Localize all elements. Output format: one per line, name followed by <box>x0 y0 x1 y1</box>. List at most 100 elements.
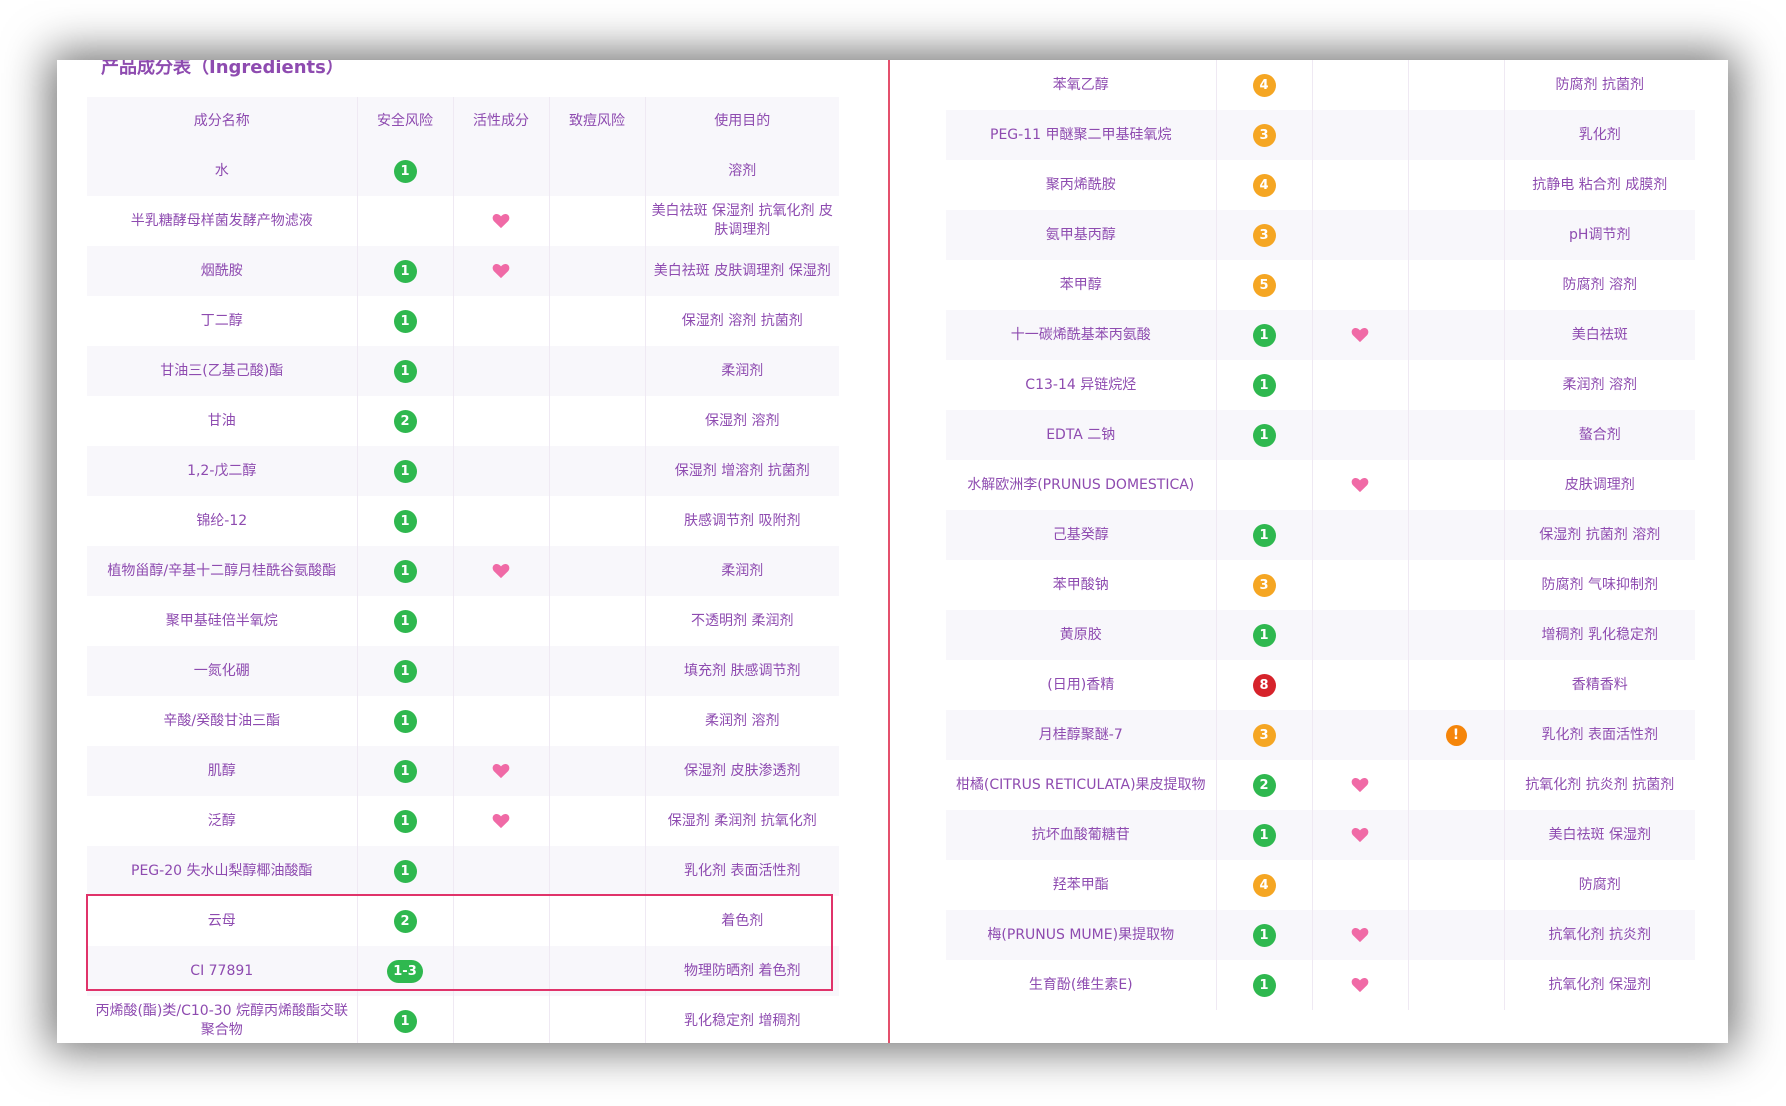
purpose-cell: 美白祛斑 皮肤调理剂 保湿剂 <box>645 246 839 296</box>
safety-risk-cell: 1 <box>1216 610 1313 660</box>
risk-badge: 1 <box>1252 623 1276 647</box>
table-row: 云母 2 着色剂 <box>87 896 839 946</box>
safety-risk-cell: 1 <box>357 346 454 396</box>
table-row: 柑橘(CITRUS RETICULATA)果皮提取物 2 抗氧化剂 抗炎剂 抗菌剂 <box>946 760 1695 810</box>
safety-risk-cell: 4 <box>1216 60 1313 110</box>
ingredient-name: 黄原胶 <box>946 610 1217 660</box>
acne-risk-cell <box>549 346 646 396</box>
ingredient-name: 柑橘(CITRUS RETICULATA)果皮提取物 <box>946 760 1217 810</box>
acne-risk-cell <box>549 996 646 1043</box>
risk-badge: 1 <box>1252 923 1276 947</box>
heart-icon <box>1351 327 1369 342</box>
risk-badge: 1 <box>1252 973 1276 997</box>
safety-risk-cell: 1 <box>357 296 454 346</box>
purpose-cell: 抗氧化剂 抗炎剂 抗菌剂 <box>1504 760 1695 810</box>
acne-risk-cell <box>1408 210 1505 260</box>
purpose-cell: 保湿剂 溶剂 <box>645 396 839 446</box>
active-ingredient-cell <box>1312 410 1409 460</box>
safety-risk-cell: 1 <box>357 496 454 546</box>
purpose-cell: 柔润剂 溶剂 <box>645 696 839 746</box>
table-row: 肌醇 1 保湿剂 皮肤渗透剂 <box>87 746 839 796</box>
purpose-cell: 保湿剂 抗菌剂 溶剂 <box>1504 510 1695 560</box>
active-ingredient-cell <box>453 796 550 846</box>
table-row: 十一碳烯酰基苯丙氨酸 1 美白祛斑 <box>946 310 1695 360</box>
heart-icon <box>1351 927 1369 942</box>
safety-risk-cell <box>1216 460 1313 510</box>
purpose-cell: 防腐剂 溶剂 <box>1504 260 1695 310</box>
active-ingredient-cell <box>453 996 550 1043</box>
acne-risk-cell <box>549 446 646 496</box>
active-ingredient-cell <box>453 846 550 896</box>
purpose-cell: pH调节剂 <box>1504 210 1695 260</box>
ingredient-name: 生育酚(维生素E) <box>946 960 1217 1010</box>
safety-risk-cell: 8 <box>1216 660 1313 710</box>
safety-risk-cell: 1 <box>357 646 454 696</box>
ingredients-table-left: 成分名称 安全风险 活性成分 致痘风险 使用目的 水 1 溶剂 半乳糖酵母样菌发酵产物… <box>87 97 839 1043</box>
heart-icon <box>492 263 510 278</box>
acne-risk-cell <box>549 196 646 246</box>
risk-badge: 1 <box>393 509 417 533</box>
active-ingredient-cell <box>1312 910 1409 960</box>
purpose-cell: 抗静电 粘合剂 成膜剂 <box>1504 160 1695 210</box>
purpose-cell: 美白祛斑 <box>1504 310 1695 360</box>
acne-risk-cell <box>1408 510 1505 560</box>
purpose-cell: 保湿剂 柔润剂 抗氧化剂 <box>645 796 839 846</box>
risk-badge: 1 <box>1252 823 1276 847</box>
ingredient-name: 羟苯甲酯 <box>946 860 1217 910</box>
acne-risk-cell <box>1408 260 1505 310</box>
right-ingredients-panel: 苯氧乙醇 4 防腐剂 抗菌剂 PEG-11 甲醚聚二甲基硅氧烷 3 乳化剂 聚丙烯酰胺 4 抗静… <box>946 60 1695 1043</box>
risk-badge: 1 <box>393 459 417 483</box>
table-row: 氨甲基丙醇 3 pH调节剂 <box>946 210 1695 260</box>
safety-risk-cell: 1 <box>1216 410 1313 460</box>
acne-risk-cell <box>1408 60 1505 110</box>
active-ingredient-cell <box>1312 310 1409 360</box>
purpose-cell: 物理防晒剂 着色剂 <box>645 946 839 996</box>
purpose-cell: 抗氧化剂 保湿剂 <box>1504 960 1695 1010</box>
active-ingredient-cell <box>1312 160 1409 210</box>
risk-badge: 1 <box>393 759 417 783</box>
risk-badge: 1 <box>1252 323 1276 347</box>
ingredient-name: (日用)香精 <box>946 660 1217 710</box>
safety-risk-cell: 2 <box>357 396 454 446</box>
active-ingredient-cell <box>453 646 550 696</box>
active-ingredient-cell <box>453 296 550 346</box>
table-row: C13-14 异链烷烃 1 柔润剂 溶剂 <box>946 360 1695 410</box>
table-row: CI 77891 1-3 物理防晒剂 着色剂 <box>87 946 839 996</box>
acne-risk-cell <box>549 296 646 346</box>
acne-risk-cell <box>1408 910 1505 960</box>
active-ingredient-cell <box>453 346 550 396</box>
active-ingredient-cell <box>1312 810 1409 860</box>
acne-risk-cell <box>1408 160 1505 210</box>
risk-badge: 1 <box>393 659 417 683</box>
purpose-cell: 柔润剂 溶剂 <box>1504 360 1695 410</box>
risk-badge: 3 <box>1252 723 1276 747</box>
header-safety-risk: 安全风险 <box>357 97 454 146</box>
purpose-cell: 美白祛斑 保湿剂 抗氧化剂 皮肤调理剂 <box>645 196 839 246</box>
active-ingredient-cell <box>453 896 550 946</box>
purpose-cell: 保湿剂 溶剂 抗菌剂 <box>645 296 839 346</box>
safety-risk-cell: 1 <box>1216 960 1313 1010</box>
ingredient-name: 氨甲基丙醇 <box>946 210 1217 260</box>
purpose-cell: 保湿剂 增溶剂 抗菌剂 <box>645 446 839 496</box>
active-ingredient-cell <box>453 446 550 496</box>
table-row: 苯甲酸钠 3 防腐剂 气味抑制剂 <box>946 560 1695 610</box>
acne-risk-cell <box>549 546 646 596</box>
purpose-cell: 增稠剂 乳化稳定剂 <box>1504 610 1695 660</box>
risk-badge: 1 <box>393 309 417 333</box>
safety-risk-cell: 3 <box>1216 710 1313 760</box>
risk-badge: 1 <box>393 609 417 633</box>
table-header-row: 成分名称 安全风险 活性成分 致痘风险 使用目的 <box>87 97 839 146</box>
safety-risk-cell: 3 <box>1216 210 1313 260</box>
risk-badge: 1 <box>1252 423 1276 447</box>
acne-risk-cell <box>549 896 646 946</box>
panel-divider <box>888 60 890 1043</box>
purpose-cell: 乳化剂 表面活性剂 <box>1504 710 1695 760</box>
ingredient-name: 云母 <box>87 896 358 946</box>
left-ingredients-panel: 产品成分表（Ingredients） 成分名称 安全风险 活性成分 致痘风险 使… <box>87 60 894 1043</box>
warning-icon: ! <box>1445 724 1467 746</box>
purpose-cell: 皮肤调理剂 <box>1504 460 1695 510</box>
table-row: 梅(PRUNUS MUME)果提取物 1 抗氧化剂 抗炎剂 <box>946 910 1695 960</box>
risk-badge: 1 <box>393 259 417 283</box>
purpose-cell: 乳化剂 <box>1504 110 1695 160</box>
purpose-cell: 保湿剂 皮肤渗透剂 <box>645 746 839 796</box>
